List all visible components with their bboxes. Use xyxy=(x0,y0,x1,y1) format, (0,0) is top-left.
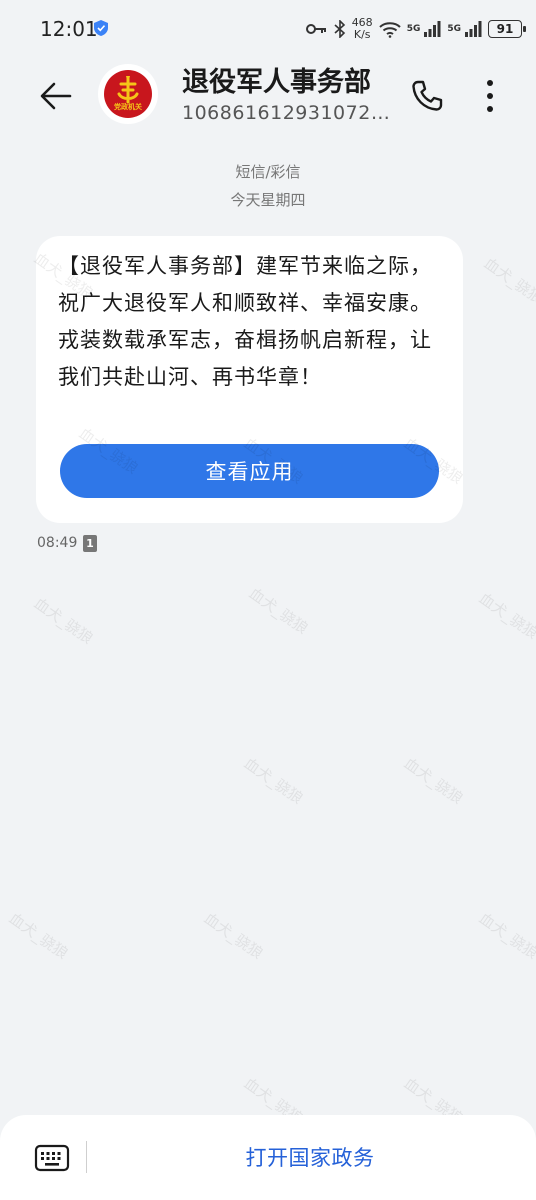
sim2-network-type: 5G xyxy=(447,24,461,34)
conversation-header: 党政机关 退役军人事务部 10686161293107250 xyxy=(0,60,536,132)
watermark: 血犬_骁狼 xyxy=(30,594,97,648)
security-shield-icon xyxy=(94,20,108,36)
date-label: 今天星期四 xyxy=(230,191,306,209)
party-emblem-icon: 党政机关 xyxy=(104,70,152,118)
watermark: 血犬_骁狼 xyxy=(400,754,467,808)
signal-strength-icon xyxy=(423,21,441,37)
more-options-button[interactable] xyxy=(474,74,506,118)
watermark: 血犬_骁狼 xyxy=(5,909,72,963)
more-vertical-icon xyxy=(487,80,493,112)
divider xyxy=(86,1141,87,1173)
avatar-label: 党政机关 xyxy=(114,103,142,111)
open-gov-services-button[interactable]: 打开国家政务 xyxy=(180,1139,440,1175)
phone-icon xyxy=(412,80,443,111)
contact-name: 退役军人事务部 xyxy=(182,67,371,98)
message-bubble[interactable]: 【退役军人事务部】建军节来临之际，祝广大退役军人和顺致祥、幸福安康。戎装数载承军… xyxy=(36,236,463,523)
keyboard-icon xyxy=(34,1144,70,1172)
keyboard-toggle-button[interactable] xyxy=(34,1143,70,1173)
sim1-network-type: 5G xyxy=(406,24,421,34)
view-app-button[interactable]: 查看应用 xyxy=(60,444,439,498)
back-arrow-icon xyxy=(40,82,72,110)
vpn-key-icon xyxy=(305,22,328,36)
bluetooth-icon xyxy=(334,20,346,38)
wifi-icon xyxy=(378,21,401,38)
network-speed-unit: K/s xyxy=(353,28,371,41)
watermark: 血犬_骁狼 xyxy=(240,754,307,808)
contact-number: 10686161293107250 xyxy=(182,102,392,124)
watermark: 血犬_骁狼 xyxy=(245,584,312,638)
message-time: 08:49 xyxy=(37,535,78,551)
network-speed: 468 K/s xyxy=(352,17,373,41)
status-time: 12:01 xyxy=(40,17,98,41)
watermark: 血犬_骁狼 xyxy=(475,909,536,963)
sms-conversation-screen: 12:01 468 K/s 5G 5G 91 党政机关 退役军人事务部 1068… xyxy=(0,0,536,1200)
message-type-label: 短信/彩信 xyxy=(235,163,301,181)
contact-avatar[interactable]: 党政机关 xyxy=(98,64,158,124)
status-bar: 12:01 468 K/s 5G 5G 91 xyxy=(0,0,536,60)
status-icons: 468 K/s 5G 5G 91 xyxy=(305,14,526,44)
call-button[interactable] xyxy=(405,74,449,118)
bottom-action-bar: 打开国家政务 xyxy=(0,1115,536,1200)
back-button[interactable] xyxy=(36,76,76,116)
watermark: 血犬_骁狼 xyxy=(200,909,267,963)
signal-strength-icon xyxy=(464,21,482,37)
battery-indicator: 91 xyxy=(488,20,526,38)
watermark: 血犬_骁狼 xyxy=(475,589,536,643)
sim-slot-badge: 1 xyxy=(83,535,97,552)
message-text: 【退役军人事务部】建军节来临之际，祝广大退役军人和顺致祥、幸福安康。戎装数载承军… xyxy=(58,254,432,389)
watermark: 血犬_骁狼 xyxy=(480,254,536,308)
